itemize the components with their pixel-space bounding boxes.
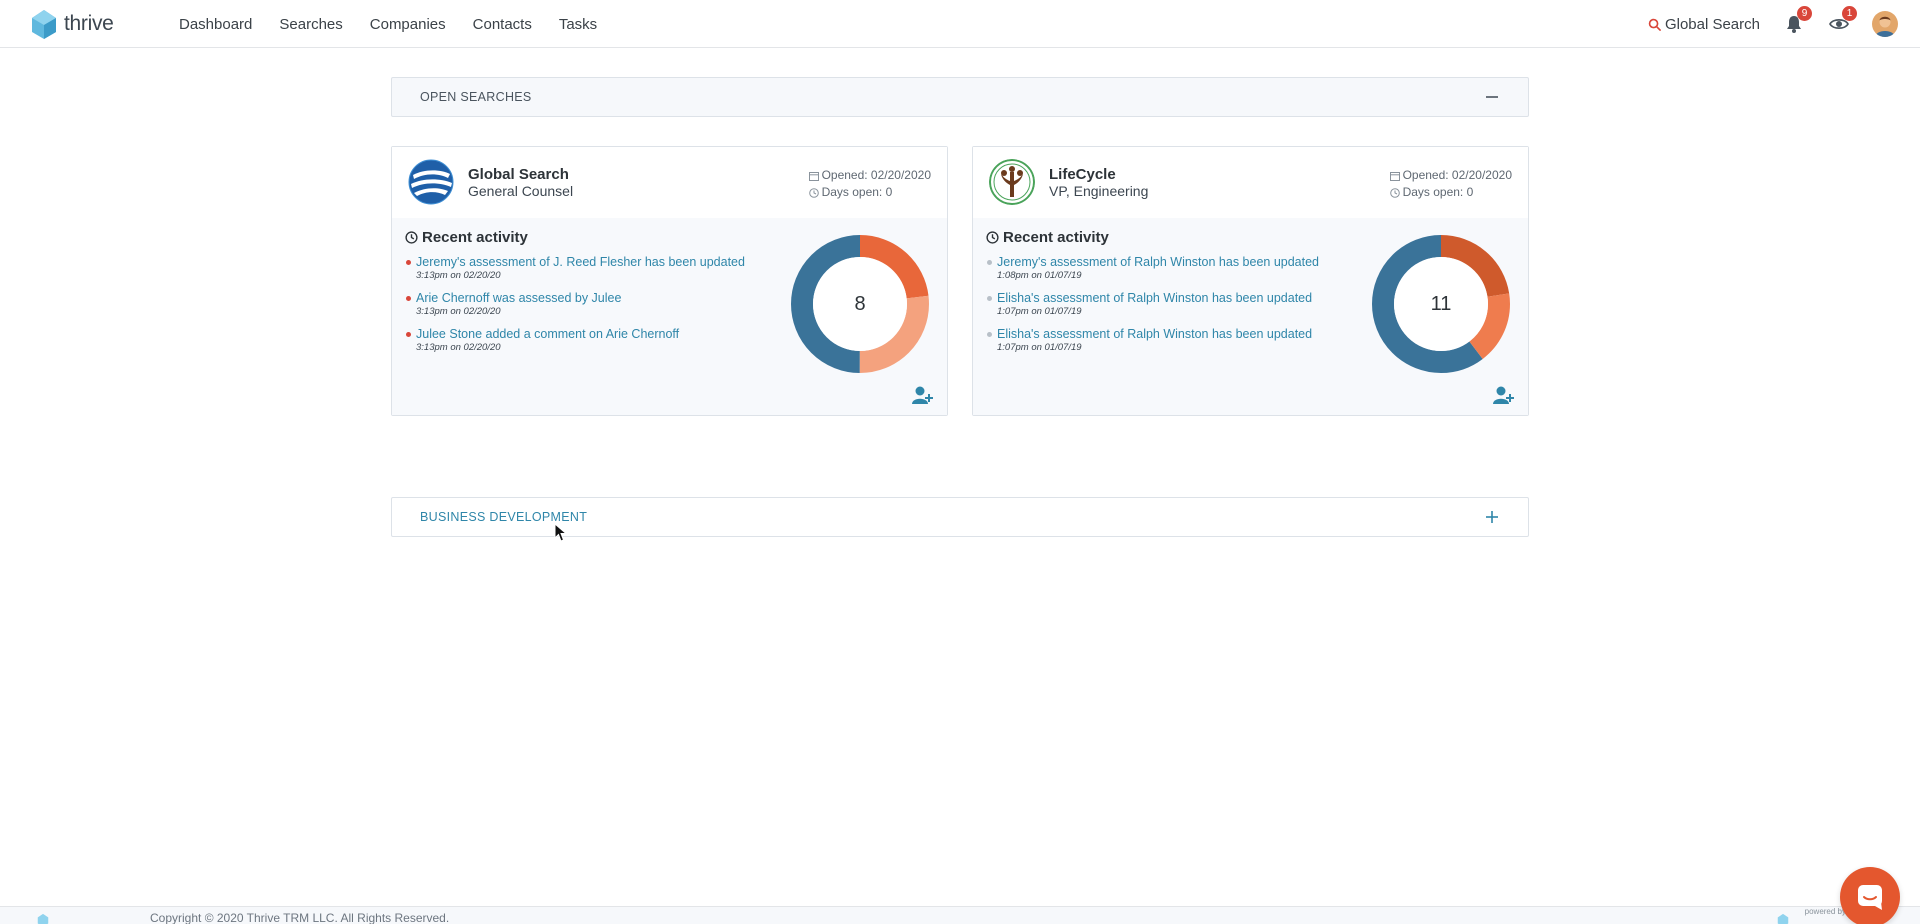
company-name[interactable]: LifeCycle (1049, 166, 1116, 183)
chat-icon (1858, 885, 1882, 910)
expand-button[interactable] (1484, 509, 1500, 525)
card-body: Recent activity Jeremy's assessment of R… (973, 218, 1528, 415)
clock-icon (1389, 187, 1400, 198)
nav-tasks[interactable]: Tasks (559, 16, 597, 33)
activity-link[interactable]: Julee Stone added a comment on Arie Cher… (416, 327, 785, 342)
company-logo (989, 159, 1035, 205)
activity-dot (987, 296, 992, 301)
calendar-icon (808, 171, 819, 181)
activity-item: Julee Stone added a comment on Arie Cher… (405, 327, 785, 354)
candidate-donut-chart[interactable] (1371, 234, 1511, 374)
activity-time: 1:07pm on 01/07/19 (997, 306, 1082, 317)
thrive-logo-icon (37, 913, 49, 924)
clock-icon (986, 231, 999, 244)
card-meta: Opened: 02/20/2020 Days open: 0 (1389, 167, 1512, 201)
nav-companies[interactable]: Companies (370, 16, 446, 33)
activity-dot (987, 332, 992, 337)
card-header: Global Search General Counsel Opened: 02… (392, 147, 947, 218)
clock-icon (808, 187, 819, 198)
activity-link[interactable]: Elisha's assessment of Ralph Winston has… (997, 291, 1366, 306)
plus-icon (1486, 511, 1498, 523)
mouse-cursor-icon (554, 523, 568, 542)
activity-time: 3:13pm on 02/20/20 (416, 270, 501, 281)
global-search-label: Global Search (1664, 15, 1760, 33)
days-open: Days open: 0 (1389, 184, 1512, 201)
copyright-text: Copyright © 2020 Thrive TRM LLC. All Rig… (150, 911, 450, 924)
globe-logo-icon (408, 159, 454, 205)
company-name[interactable]: Global Search (468, 166, 569, 183)
notifications-badge: 9 (1797, 6, 1812, 21)
search-card[interactable]: LifeCycle VP, Engineering Opened: 02/20/… (972, 146, 1529, 416)
minus-icon (1486, 96, 1498, 98)
activity-dot (406, 332, 411, 337)
brand-name: thrive (64, 12, 114, 35)
thrive-logo-icon (32, 10, 56, 39)
powered-by-logo-icon (1777, 913, 1789, 924)
activity-list: Jeremy's assessment of J. Reed Flesher h… (405, 255, 785, 363)
activity-time: 1:08pm on 01/07/19 (997, 270, 1082, 281)
card-header: LifeCycle VP, Engineering Opened: 02/20/… (973, 147, 1528, 218)
nav-right: Global Search 9 1 (1648, 0, 1898, 48)
watch-button[interactable]: 1 (1827, 6, 1857, 36)
activity-item: Jeremy's assessment of Ralph Winston has… (986, 255, 1366, 282)
activity-link[interactable]: Arie Chernoff was assessed by Julee (416, 291, 785, 306)
calendar-icon (1389, 171, 1400, 181)
user-avatar[interactable] (1872, 11, 1898, 37)
search-icon (1648, 18, 1661, 31)
brand-logo[interactable]: thrive (28, 8, 114, 40)
position-title: General Counsel (468, 183, 574, 199)
collapse-button[interactable] (1484, 89, 1500, 105)
clock-icon (405, 231, 418, 244)
opened-date: Opened: 02/20/2020 (1389, 167, 1512, 184)
activity-time: 3:13pm on 02/20/20 (416, 342, 501, 353)
card-meta: Opened: 02/20/2020 Days open: 0 (808, 167, 931, 201)
activity-dot (406, 296, 411, 301)
nav-searches[interactable]: Searches (279, 16, 342, 33)
business-development-title[interactable]: BUSINESS DEVELOPMENT (420, 510, 587, 524)
card-body: Recent activity Jeremy's assessment of J… (392, 218, 947, 415)
activity-link[interactable]: Jeremy's assessment of Ralph Winston has… (997, 255, 1366, 270)
tree-logo-icon (989, 159, 1035, 205)
recent-activity-title: Recent activity (986, 229, 1109, 246)
days-open: Days open: 0 (808, 184, 931, 201)
position-title: VP, Engineering (1049, 183, 1149, 199)
nav-dashboard[interactable]: Dashboard (179, 16, 252, 33)
opened-date: Opened: 02/20/2020 (808, 167, 931, 184)
activity-item: Elisha's assessment of Ralph Winston has… (986, 327, 1366, 354)
chat-launcher-button[interactable] (1840, 867, 1900, 924)
notifications-button[interactable]: 9 (1782, 6, 1812, 36)
activity-link[interactable]: Jeremy's assessment of J. Reed Flesher h… (416, 255, 785, 270)
footer: Copyright © 2020 Thrive TRM LLC. All Rig… (0, 906, 1920, 924)
watch-badge: 1 (1842, 6, 1857, 21)
user-avatar-icon (1872, 11, 1898, 37)
activity-item: Elisha's assessment of Ralph Winston has… (986, 291, 1366, 318)
open-searches-title: OPEN SEARCHES (420, 90, 532, 104)
activity-link[interactable]: Elisha's assessment of Ralph Winston has… (997, 327, 1366, 342)
add-candidate-icon[interactable] (1492, 385, 1516, 405)
company-logo (408, 159, 454, 205)
open-searches-header: OPEN SEARCHES (391, 77, 1529, 117)
candidate-donut-chart[interactable] (790, 234, 930, 374)
nav-contacts[interactable]: Contacts (473, 16, 532, 33)
activity-time: 3:13pm on 02/20/20 (416, 306, 501, 317)
top-navigation: thrive Dashboard Searches Companies Cont… (0, 0, 1920, 48)
main-nav: Dashboard Searches Companies Contacts Ta… (179, 0, 624, 48)
add-candidate-icon[interactable] (911, 385, 935, 405)
activity-item: Arie Chernoff was assessed by Julee 3:13… (405, 291, 785, 318)
activity-time: 1:07pm on 01/07/19 (997, 342, 1082, 353)
powered-by-text: powered by (1804, 907, 1846, 916)
search-card[interactable]: Global Search General Counsel Opened: 02… (391, 146, 948, 416)
activity-list: Jeremy's assessment of Ralph Winston has… (986, 255, 1366, 363)
activity-dot (987, 260, 992, 265)
activity-item: Jeremy's assessment of J. Reed Flesher h… (405, 255, 785, 282)
activity-dot (406, 260, 411, 265)
global-search-button[interactable]: Global Search (1648, 16, 1760, 33)
recent-activity-title: Recent activity (405, 229, 528, 246)
